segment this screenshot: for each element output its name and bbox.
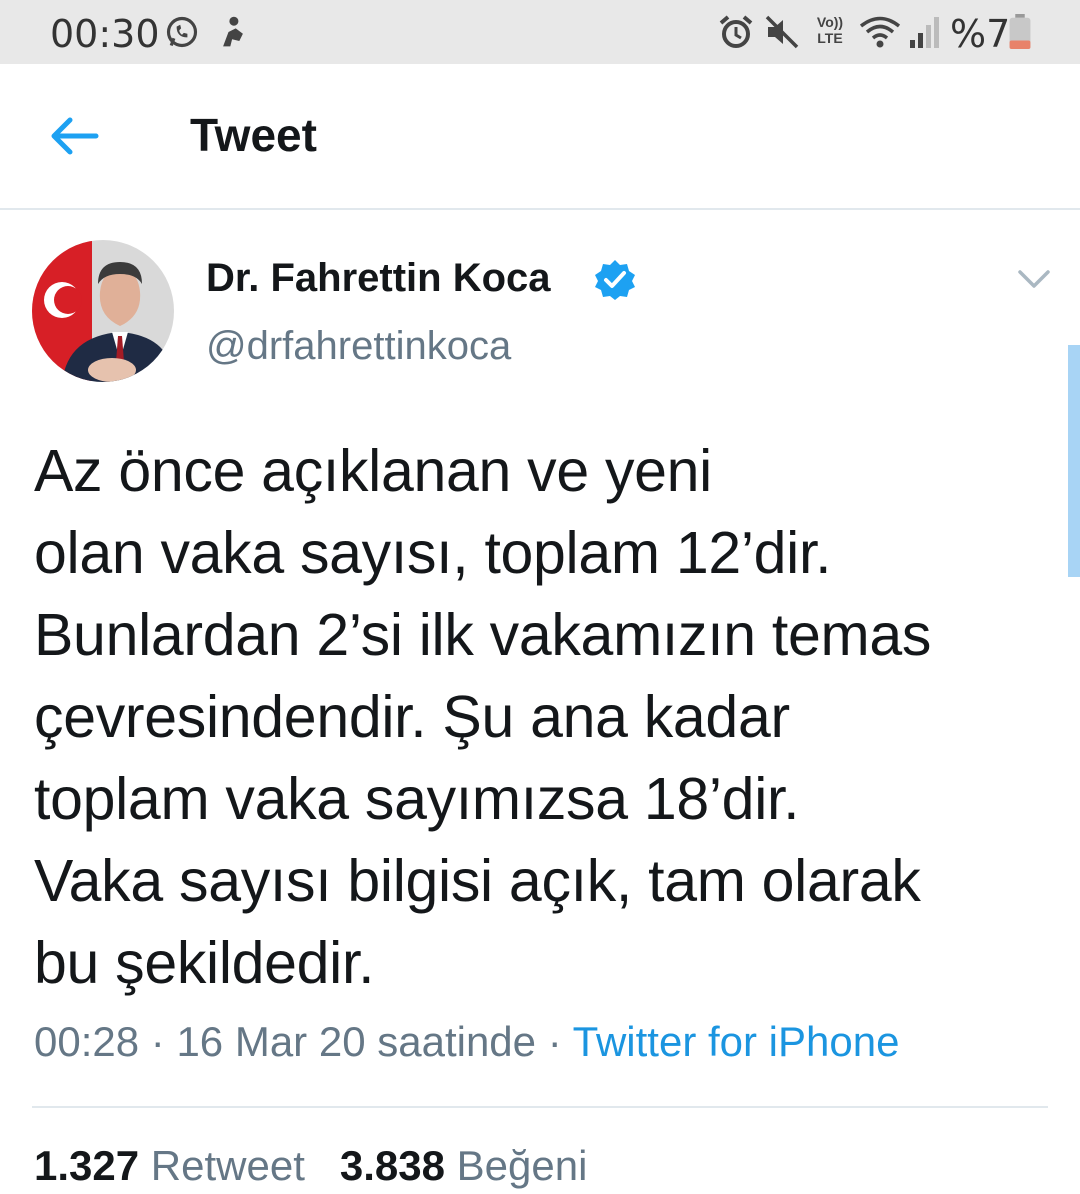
- chevron-down-icon[interactable]: [1014, 264, 1054, 294]
- like-label: Beğeni: [456, 1142, 588, 1189]
- wifi-icon: [859, 16, 901, 48]
- like-stat[interactable]: 3.838 Beğeni: [340, 1142, 588, 1189]
- alarm-icon: [719, 15, 753, 48]
- retweet-stat[interactable]: 1.327 Retweet: [34, 1142, 305, 1189]
- tweet-text-line: olan vaka sayısı, toplam 12’dir.: [34, 520, 832, 586]
- author-handle[interactable]: @drfahrettinkoca: [206, 324, 511, 369]
- tweet-text: Az önce açıklanan ve yeni olan vaka sayı…: [34, 430, 1054, 1004]
- divider: [32, 1106, 1048, 1108]
- whatsapp-icon: [166, 16, 198, 48]
- app-notification-icon: [223, 16, 243, 47]
- signal-strength-icon: [910, 17, 939, 48]
- avatar[interactable]: [32, 240, 174, 382]
- battery-icon: [1009, 14, 1031, 50]
- page-title: Tweet: [190, 109, 317, 161]
- tweet-text-line: Az önce açıklanan ve yeni: [34, 438, 712, 504]
- author-name[interactable]: Dr. Fahrettin Koca: [206, 256, 551, 301]
- mute-icon: [765, 15, 799, 49]
- tweet-source-link[interactable]: Twitter for iPhone: [573, 1018, 900, 1065]
- meta-separator: ·: [150, 1018, 165, 1065]
- tweet-stats: 1.327 Retweet 3.838 Beğeni: [34, 1142, 587, 1190]
- battery-percent: %7: [950, 12, 1011, 56]
- retweet-count: 1.327: [34, 1142, 140, 1189]
- meta-separator: ·: [547, 1018, 562, 1065]
- tweet-text-line: toplam vaka sayımızsa 18’dir.: [34, 766, 800, 832]
- tweet-text-line: Bunlardan 2’si ilk vakamızın temas: [34, 602, 932, 668]
- status-bar: 00:30 Vo)) LTE %7: [0, 0, 1080, 64]
- tweet-text-line: Vaka sayısı bilgisi açık, tam olarak: [34, 848, 921, 914]
- tweet-time: 00:28: [34, 1018, 140, 1065]
- like-count: 3.838: [339, 1142, 445, 1189]
- top-app-bar: Tweet: [0, 64, 1080, 210]
- status-time: 00:30: [50, 12, 160, 56]
- tweet-meta: 00:28 · 16 Mar 20 saatinde · Twitter for…: [34, 1018, 899, 1066]
- verified-badge-icon: [595, 260, 635, 300]
- tweet-text-line: çevresindendir. Şu ana kadar: [34, 684, 790, 750]
- arrow-left-icon[interactable]: [48, 112, 100, 160]
- scrollbar[interactable]: [1068, 345, 1080, 577]
- retweet-label: Retweet: [150, 1142, 305, 1189]
- volte-indicator: Vo)) LTE: [816, 14, 844, 46]
- tweet-date: 16 Mar 20 saatinde: [176, 1018, 537, 1065]
- tweet-text-line: bu şekildedir.: [34, 930, 375, 996]
